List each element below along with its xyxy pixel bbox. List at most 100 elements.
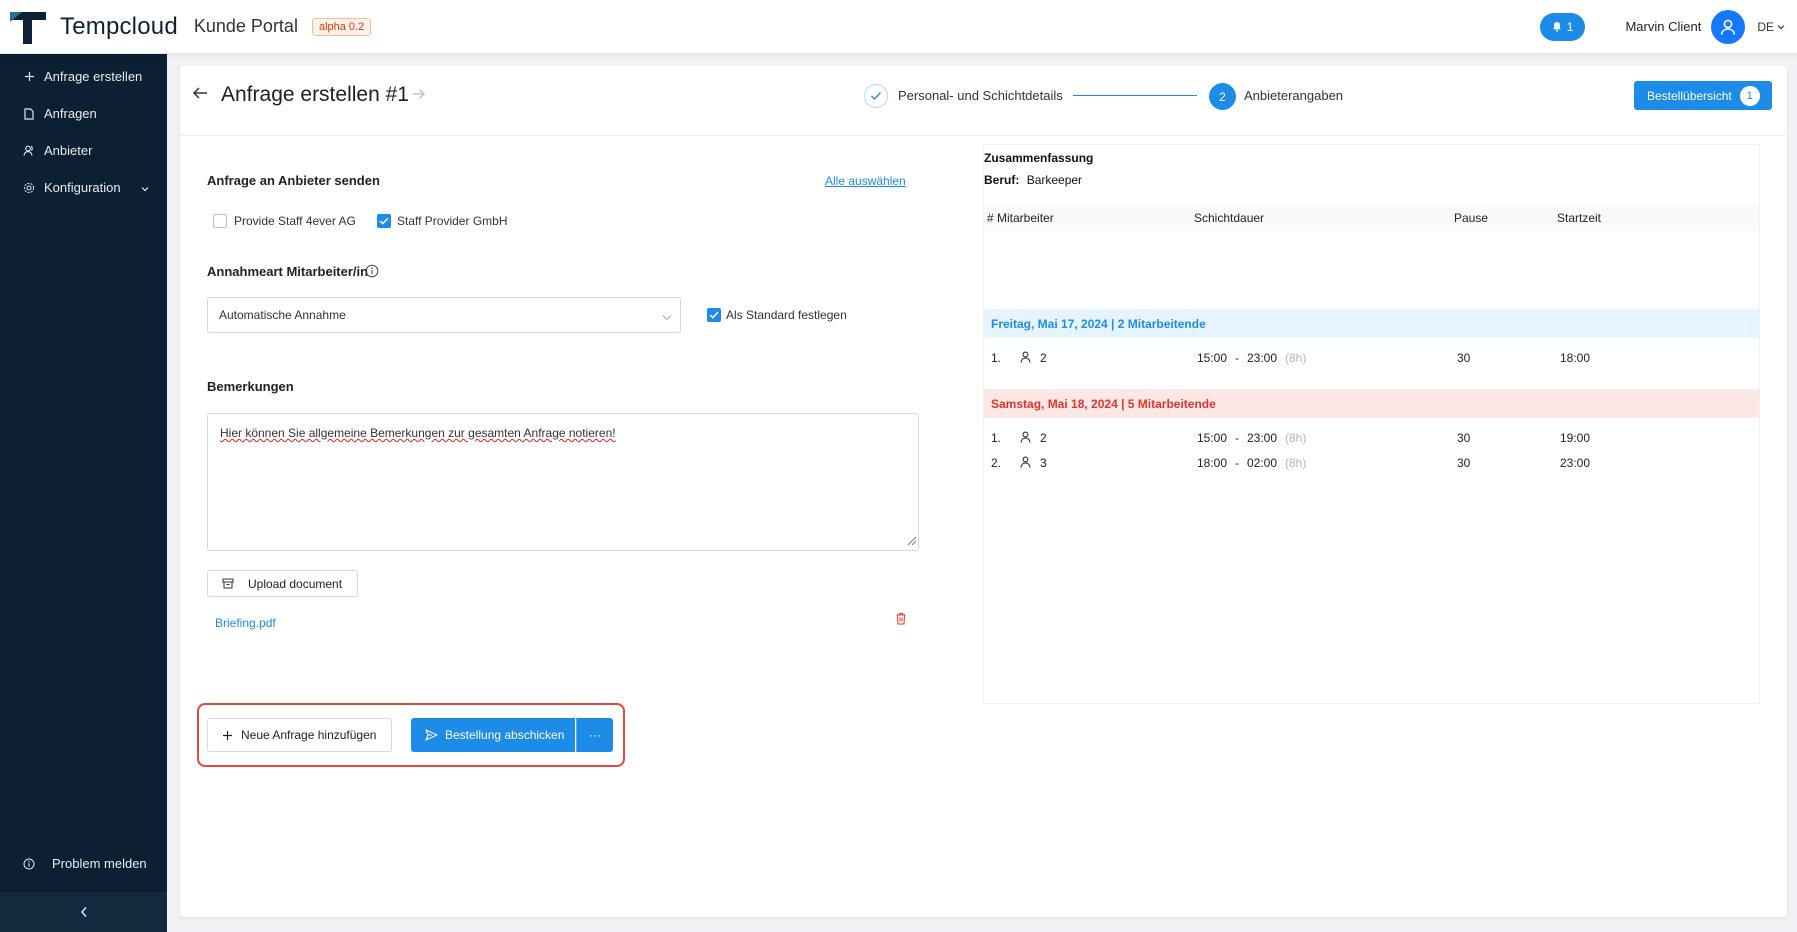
- table-row: 1. 2 15:00 - 23:00 (8h) 30 18:00: [984, 349, 1759, 369]
- pause-value: 30: [1457, 431, 1471, 445]
- add-new-request-label: Neue Anfrage hinzufügen: [241, 728, 377, 742]
- staff-count: 2: [1040, 351, 1047, 365]
- table-row: 1. 2 15:00 - 23:00 (8h) 30 19:00: [984, 429, 1759, 449]
- add-new-request-button[interactable]: Neue Anfrage hinzufügen: [207, 718, 392, 752]
- row-number: 1.: [991, 351, 1002, 365]
- start-time: 18:00: [1560, 351, 1591, 365]
- order-overview-count: 1: [1739, 85, 1760, 106]
- document-icon: [22, 107, 36, 120]
- shift-from: 15:00: [1197, 351, 1228, 365]
- sidebar: Anfrage erstellen Anfragen Anbieter Konf…: [0, 54, 167, 932]
- submit-order-label: Bestellung abschicken: [445, 728, 565, 742]
- more-options-label: ···: [589, 728, 601, 742]
- main-card: Anfrage erstellen #1 Personal- und Schic…: [180, 66, 1787, 917]
- language-selector[interactable]: DE: [1757, 20, 1785, 34]
- check-icon: [871, 92, 881, 100]
- trash-icon[interactable]: [895, 612, 907, 628]
- tempcloud-logo-icon[interactable]: [8, 8, 48, 46]
- gear-icon: [22, 182, 36, 194]
- info-icon[interactable]: [365, 264, 379, 281]
- column-header: Pause: [1454, 211, 1489, 225]
- summary-title: Zusammenfassung: [984, 151, 1094, 165]
- column-header: # Mitarbeiter: [987, 211, 1054, 225]
- upload-document-label: Upload document: [248, 576, 343, 591]
- notification-count: 1: [1566, 19, 1574, 34]
- provider-label-2[interactable]: Staff Provider GmbH: [397, 214, 507, 228]
- column-header: Startzeit: [1557, 211, 1602, 225]
- shift-separator: -: [1235, 456, 1239, 470]
- back-arrow-icon[interactable]: [192, 86, 208, 103]
- acceptance-type-value: Automatische Annahme: [219, 308, 346, 322]
- shift-to: 02:00: [1247, 456, 1278, 470]
- user-name[interactable]: Marvin Client: [1625, 19, 1701, 34]
- day-header: Freitag, Mai 17, 2024 | 2 Mitarbeitende: [984, 309, 1759, 338]
- profession-value: Barkeeper: [1026, 173, 1083, 187]
- step-connector: [1073, 95, 1197, 96]
- sidebar-collapse-button[interactable]: [0, 892, 167, 932]
- set-default-checkbox[interactable]: [707, 308, 721, 322]
- chevron-down-icon: [662, 310, 672, 324]
- person-icon: [1020, 351, 1031, 366]
- user-icon: [1721, 19, 1736, 35]
- remarks-text: Hier können Sie allgemeine Bemerkungen z…: [220, 426, 616, 440]
- summary-table-header: # Mitarbeiter Schichtdauer Pause Startze…: [984, 205, 1759, 231]
- provider-label-1[interactable]: Provide Staff 4ever AG: [234, 214, 356, 228]
- forward-arrow-icon[interactable]: [412, 88, 426, 103]
- day-header: Samstag, Mai 18, 2024 | 5 Mitarbeitende: [984, 389, 1759, 418]
- start-time: 19:00: [1560, 431, 1591, 445]
- acceptance-type-label: Annahmeart Mitarbeiter/in: [207, 264, 369, 279]
- pause-value: 30: [1457, 351, 1471, 365]
- step-1-done-icon[interactable]: [864, 84, 888, 108]
- remarks-label: Bemerkungen: [207, 379, 294, 394]
- info-icon: [22, 858, 36, 870]
- shift-separator: -: [1235, 431, 1239, 445]
- sidebar-item-anbieter[interactable]: Anbieter: [0, 132, 167, 169]
- shift-separator: -: [1235, 351, 1239, 365]
- step-2-number[interactable]: 2: [1209, 83, 1236, 110]
- report-problem-label: Problem melden: [52, 856, 147, 871]
- table-row: 2. 3 18:00 - 02:00 (8h) 30 23:00: [984, 454, 1759, 474]
- profession-label: Beruf:: [984, 173, 1020, 187]
- column-header: Schichtdauer: [1194, 211, 1265, 225]
- upload-icon: [222, 578, 234, 589]
- upload-document-button[interactable]: Upload document: [207, 570, 358, 597]
- notification-button[interactable]: 1: [1539, 12, 1586, 41]
- avatar[interactable]: [1711, 9, 1746, 44]
- sidebar-item-label: Konfiguration: [44, 180, 121, 195]
- summary-profession: Beruf: Barkeeper: [984, 173, 1082, 187]
- resize-handle-icon[interactable]: [905, 534, 917, 549]
- users-icon: [22, 145, 36, 156]
- select-all-link[interactable]: Alle auswählen: [825, 174, 906, 188]
- sidebar-item-anfrage-erstellen[interactable]: Anfrage erstellen: [0, 58, 167, 95]
- shift-duration: (8h): [1285, 351, 1307, 365]
- top-bar: Tempcloud Kunde Portal alpha 0.2 1 Marvi…: [0, 0, 1797, 54]
- chevron-down-icon: [141, 180, 149, 195]
- set-default-label[interactable]: Als Standard festlegen: [726, 308, 847, 322]
- shift-to: 23:00: [1247, 431, 1278, 445]
- step-1-label[interactable]: Personal- und Schichtdetails: [898, 88, 1063, 103]
- plus-icon: [223, 730, 232, 740]
- provider-checkbox-1[interactable]: [213, 214, 227, 228]
- step-2-label[interactable]: Anbieterangaben: [1244, 88, 1343, 103]
- check-icon: [379, 217, 389, 225]
- send-icon: [425, 729, 438, 741]
- more-options-button[interactable]: ···: [576, 718, 613, 752]
- sidebar-item-konfiguration[interactable]: Konfiguration: [0, 169, 167, 206]
- remarks-textarea[interactable]: Hier können Sie allgemeine Bemerkungen z…: [207, 413, 919, 551]
- shift-duration: (8h): [1285, 431, 1307, 445]
- submit-order-button[interactable]: Bestellung abschicken: [411, 718, 575, 752]
- report-problem-link[interactable]: Problem melden: [0, 845, 167, 882]
- acceptance-type-select[interactable]: Automatische Annahme: [207, 297, 681, 333]
- order-overview-button[interactable]: Bestellübersicht 1: [1634, 81, 1772, 110]
- sidebar-item-label: Anbieter: [44, 143, 93, 158]
- attached-file-link[interactable]: Briefing.pdf: [215, 616, 276, 630]
- provider-checkbox-2[interactable]: [377, 214, 391, 228]
- language-label: DE: [1757, 19, 1774, 34]
- sidebar-item-anfragen[interactable]: Anfragen: [0, 95, 167, 132]
- shift-from: 15:00: [1197, 431, 1228, 445]
- brand-name[interactable]: Tempcloud: [60, 13, 178, 41]
- summary-panel: Zusammenfassung Beruf: Barkeeper # Mitar…: [983, 144, 1760, 704]
- person-icon: [1020, 456, 1031, 471]
- order-overview-label: Bestellübersicht: [1647, 88, 1732, 103]
- page-title: Anfrage erstellen #1: [221, 83, 409, 106]
